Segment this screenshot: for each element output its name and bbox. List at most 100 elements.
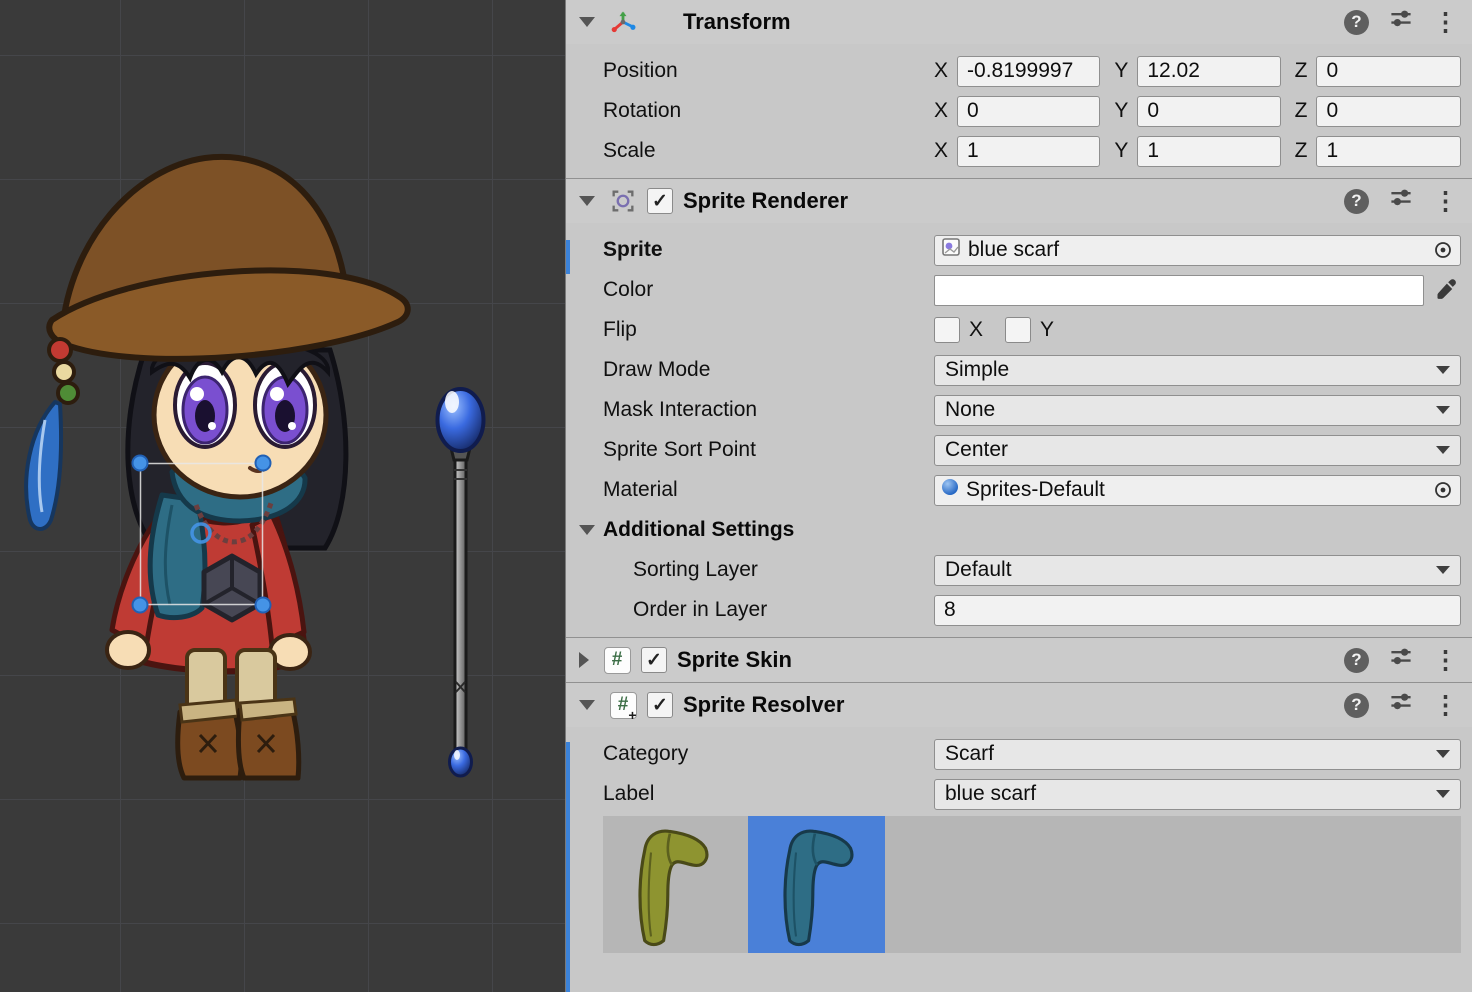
presets-icon[interactable] [1389,690,1413,720]
object-picker-icon[interactable] [1432,239,1454,261]
additional-settings-title: Additional Settings [603,518,794,542]
presets-icon[interactable] [1389,7,1413,37]
position-y-field[interactable]: 12.02 [1137,56,1280,87]
rotation-x-field[interactable]: 0 [957,96,1100,127]
foldout-open-icon[interactable] [579,525,595,535]
presets-icon[interactable] [1389,186,1413,216]
chevron-down-icon [1436,790,1450,798]
selection-handle-bottom-left[interactable] [133,598,148,613]
scale-z-label: Z [1295,139,1308,163]
material-object-field[interactable]: Sprites-Default [934,475,1461,506]
label-label: Label [603,782,934,806]
sprite-variant-blue-scarf-selected[interactable] [748,816,885,953]
character-sprite[interactable] [26,157,408,778]
mask-interaction-label: Mask Interaction [603,398,934,422]
position-y-label: Y [1114,59,1128,83]
foldout-open-icon[interactable] [579,196,595,206]
sprite-skin-script-icon: # [601,644,633,676]
help-icon[interactable]: ? [1344,10,1369,35]
transform-body: Position X-0.8199997 Y12.02 Z0 Rotation … [566,44,1472,178]
sorting-layer-dropdown[interactable]: Default [934,555,1461,586]
color-swatch[interactable] [934,275,1424,306]
sprite-resolver-title: Sprite Resolver [683,692,844,718]
flip-x-label: X [969,318,983,342]
kebab-menu-icon[interactable]: ⋮ [1433,10,1458,35]
sprite-renderer-title: Sprite Renderer [683,188,848,214]
mask-interaction-dropdown[interactable]: None [934,395,1461,426]
rotation-z-label: Z [1295,99,1308,123]
sprite-renderer-icon [607,185,639,217]
order-in-layer-row: Order in Layer 8 [603,590,1461,630]
category-label: Category [603,742,934,766]
override-indicator-sprite [566,240,570,274]
sprite-sort-point-dropdown[interactable]: Center [934,435,1461,466]
kebab-menu-icon[interactable]: ⋮ [1433,189,1458,214]
position-z-label: Z [1295,59,1308,83]
rotation-row: Rotation X0 Y0 Z0 [603,91,1461,131]
sprite-sort-point-row: Sprite Sort Point Center [603,430,1461,470]
sprite-sort-point-label: Sprite Sort Point [603,438,934,462]
staff-sprite[interactable] [438,389,484,776]
order-in-layer-field[interactable]: 8 [934,595,1461,626]
sprite-skin-header[interactable]: # ✓ Sprite Skin ? ⋮ [566,637,1472,682]
scale-z-field[interactable]: 1 [1316,136,1461,167]
sprite-resolver-body: Category Scarf Label blue scarf [566,727,1472,960]
label-row: Label blue scarf [603,774,1461,814]
color-row: Color [603,270,1461,310]
scale-row: Scale X1 Y1 Z1 [603,131,1461,171]
position-x-field[interactable]: -0.8199997 [957,56,1100,87]
rotation-x-label: X [934,99,948,123]
presets-icon[interactable] [1389,645,1413,675]
transform-title: Transform [683,9,791,35]
category-dropdown[interactable]: Scarf [934,739,1461,770]
eyedropper-icon[interactable] [1431,275,1461,305]
scale-x-field[interactable]: 1 [957,136,1100,167]
additional-settings-row[interactable]: Additional Settings [603,510,1461,550]
rotation-z-field[interactable]: 0 [1316,96,1461,127]
rotation-label: Rotation [603,99,934,123]
unity-editor: Transform ? ⋮ Position X-0.8199997 Y12.0… [0,0,1472,992]
sprite-skin-title: Sprite Skin [677,647,792,673]
selection-handle-top-left[interactable] [133,456,148,471]
flip-row: Flip X Y [603,310,1461,350]
scene-view[interactable] [0,0,565,992]
flip-x-checkbox[interactable] [934,317,960,343]
override-indicator-resolver [566,742,570,992]
flip-y-checkbox[interactable] [1005,317,1031,343]
label-dropdown[interactable]: blue scarf [934,779,1461,810]
help-icon[interactable]: ? [1344,693,1369,718]
kebab-menu-icon[interactable]: ⋮ [1433,648,1458,673]
material-row: Material Sprites-Default [603,470,1461,510]
scale-x-label: X [934,139,948,163]
sprite-renderer-body: Sprite blue scarf Color [566,223,1472,637]
sprite-object-field[interactable]: blue scarf [934,235,1461,266]
transform-header[interactable]: Transform ? ⋮ [566,0,1472,44]
rotation-y-field[interactable]: 0 [1137,96,1280,127]
help-icon[interactable]: ? [1344,189,1369,214]
sprite-resolver-enabled-checkbox[interactable]: ✓ [647,692,673,718]
color-label: Color [603,278,934,302]
foldout-open-icon[interactable] [579,700,595,710]
selection-handle-top-right[interactable] [256,456,271,471]
sprite-renderer-header[interactable]: ✓ Sprite Renderer ? ⋮ [566,178,1472,223]
sprite-renderer-enabled-checkbox[interactable]: ✓ [647,188,673,214]
scale-y-field[interactable]: 1 [1137,136,1280,167]
sprite-variant-strip [603,816,1461,953]
material-sphere-icon [940,477,960,503]
kebab-menu-icon[interactable]: ⋮ [1433,693,1458,718]
draw-mode-dropdown[interactable]: Simple [934,355,1461,386]
sprite-resolver-header[interactable]: #+ ✓ Sprite Resolver ? ⋮ [566,682,1472,727]
selection-handle-bottom-right[interactable] [256,598,271,613]
scene-canvas [0,0,565,992]
sprite-variant-green-scarf[interactable] [603,816,740,953]
position-z-field[interactable]: 0 [1316,56,1461,87]
foldout-closed-icon[interactable] [579,652,589,668]
sprite-skin-enabled-checkbox[interactable]: ✓ [641,647,667,673]
chevron-down-icon [1436,566,1450,574]
scale-y-label: Y [1114,139,1128,163]
position-row: Position X-0.8199997 Y12.02 Z0 [603,51,1461,91]
object-picker-icon[interactable] [1432,479,1454,501]
help-icon[interactable]: ? [1344,648,1369,673]
sorting-layer-label: Sorting Layer [603,558,934,582]
foldout-open-icon[interactable] [579,17,595,27]
